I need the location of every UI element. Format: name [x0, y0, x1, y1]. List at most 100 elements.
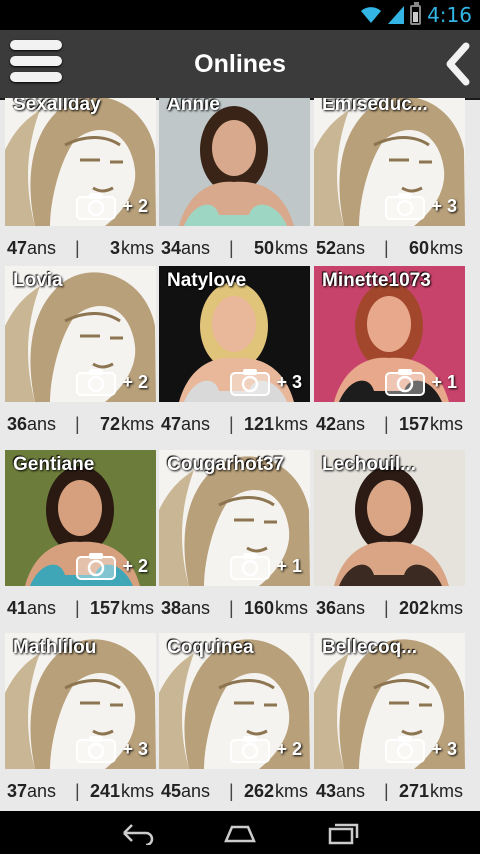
profile-photo[interactable]: Emiseduc... + 3	[314, 98, 465, 226]
profile-distance: 157kms	[89, 597, 154, 618]
photo-count: + 1	[431, 372, 457, 392]
page-title: Onlines	[194, 50, 286, 78]
camera-icon	[76, 553, 116, 580]
camera-icon	[385, 369, 425, 396]
profile-distance: 157kms	[398, 413, 463, 434]
profile-distance: 160kms	[243, 597, 308, 618]
profile-name: Coquinea	[167, 637, 254, 658]
profile-name: Lovia	[13, 270, 63, 291]
profile-distance: 72kms	[99, 413, 154, 434]
profile-age: 36ans	[7, 413, 57, 434]
profile-info: 52ans | 60kms	[314, 228, 465, 268]
photo-count: + 2	[122, 196, 148, 216]
photo-count: + 2	[122, 372, 148, 392]
profile-photo[interactable]: Lechouil...	[314, 450, 465, 586]
recents-nav-icon[interactable]	[326, 821, 362, 845]
profile-age: 37ans	[7, 780, 57, 801]
profile-card[interactable]: Lovia + 2 36ans | 72kms	[5, 266, 156, 444]
profile-age: 38ans	[161, 597, 211, 618]
profile-age: 41ans	[7, 597, 57, 618]
profile-info: 45ans | 262kms	[159, 771, 310, 811]
profile-info: 36ans | 72kms	[5, 404, 156, 444]
back-chevron-icon[interactable]	[442, 42, 472, 86]
profile-photo[interactable]: Gentiane + 2	[5, 450, 156, 586]
profile-distance: 60kms	[408, 237, 463, 258]
profile-age: 42ans	[316, 413, 366, 434]
profile-card[interactable]: Cougarhot37 + 1 38ans | 160kms	[159, 450, 310, 628]
home-nav-icon[interactable]	[222, 821, 258, 845]
profile-card[interactable]: Minette1073 + 1 42ans | 157kms	[314, 266, 465, 444]
profile-age: 45ans	[161, 780, 211, 801]
profile-photo[interactable]: Natylove + 3	[159, 266, 310, 402]
profile-card[interactable]: Natylove + 3 47ans | 121kms	[159, 266, 310, 444]
divider: |	[75, 413, 80, 434]
photo-count: + 1	[276, 556, 302, 576]
profile-name: Sexallday	[13, 98, 101, 115]
profile-info: 42ans | 157kms	[314, 404, 465, 444]
profile-card[interactable]: Coquinea + 2 45ans | 262kms	[159, 633, 310, 811]
profile-info: 43ans | 271kms	[314, 771, 465, 811]
profile-distance: 50kms	[253, 237, 308, 258]
divider: |	[384, 237, 389, 258]
profile-photo[interactable]: Annie	[159, 98, 310, 226]
profile-info: 47ans | 121kms	[159, 404, 310, 444]
battery-icon	[410, 2, 422, 25]
profile-name: Mathlilou	[13, 637, 97, 658]
profile-card[interactable]: Bellecoq... + 3 43ans | 271kms	[314, 633, 465, 811]
app-header: Onlines	[0, 30, 480, 100]
profile-name: Natylove	[167, 270, 247, 291]
divider: |	[384, 413, 389, 434]
divider: |	[384, 780, 389, 801]
profile-info: 37ans | 241kms	[5, 771, 156, 811]
photo-count: + 2	[122, 556, 148, 576]
profile-distance: 262kms	[243, 780, 308, 801]
divider: |	[229, 413, 234, 434]
photo-count: + 3	[431, 196, 457, 216]
profile-name: Lechouil...	[322, 454, 416, 475]
signal-icon	[388, 6, 405, 24]
profile-name: Bellecoq...	[322, 637, 418, 658]
android-nav-bar	[0, 811, 480, 854]
profile-age: 43ans	[316, 780, 366, 801]
profile-card[interactable]: Annie 34ans | 50kms	[159, 98, 310, 268]
profile-photo[interactable]: Bellecoq... + 3	[314, 633, 465, 769]
profile-photo[interactable]: Mathlilou + 3	[5, 633, 156, 769]
camera-icon	[76, 736, 116, 763]
camera-icon	[230, 736, 270, 763]
divider: |	[229, 780, 234, 801]
profile-photo[interactable]: Coquinea + 2	[159, 633, 310, 769]
camera-icon	[385, 736, 425, 763]
profile-photo[interactable]: Minette1073 + 1	[314, 266, 465, 402]
back-nav-icon[interactable]	[120, 821, 156, 845]
divider: |	[75, 780, 80, 801]
profile-name: Gentiane	[13, 454, 95, 475]
profile-age: 47ans	[7, 237, 57, 258]
profile-photo[interactable]: Lovia + 2	[5, 266, 156, 402]
profile-age: 34ans	[161, 237, 211, 258]
photo-count: + 2	[276, 739, 302, 759]
profile-photo[interactable]: Cougarhot37 + 1	[159, 450, 310, 586]
camera-icon	[385, 193, 425, 220]
profile-card[interactable]: Gentiane + 2 41ans | 157kms	[5, 450, 156, 628]
profile-distance: 202kms	[398, 597, 463, 618]
photo-count: + 3	[122, 739, 148, 759]
divider: |	[229, 597, 234, 618]
status-bar: 4:16	[0, 0, 480, 30]
status-time: 4:16	[427, 3, 472, 27]
profile-card[interactable]: Mathlilou + 3 37ans | 241kms	[5, 633, 156, 811]
profile-card[interactable]: Emiseduc... + 3 52ans | 60kms	[314, 98, 465, 268]
profile-distance: 241kms	[89, 780, 154, 801]
divider: |	[75, 597, 80, 618]
profile-name: Cougarhot37	[167, 454, 285, 475]
profile-name: Annie	[167, 98, 220, 115]
profile-info: 47ans | 3kms	[5, 228, 156, 268]
camera-icon	[230, 369, 270, 396]
profile-card[interactable]: Sexallday + 2 47ans | 3kms	[5, 98, 156, 268]
profile-name: Minette1073	[322, 270, 431, 291]
photo-count: + 3	[276, 372, 302, 392]
profile-card[interactable]: Lechouil... 36ans | 202kms	[314, 450, 465, 628]
profile-distance: 3kms	[109, 237, 154, 258]
profile-name: Emiseduc...	[322, 98, 428, 115]
divider: |	[384, 597, 389, 618]
profile-photo[interactable]: Sexallday + 2	[5, 98, 156, 226]
